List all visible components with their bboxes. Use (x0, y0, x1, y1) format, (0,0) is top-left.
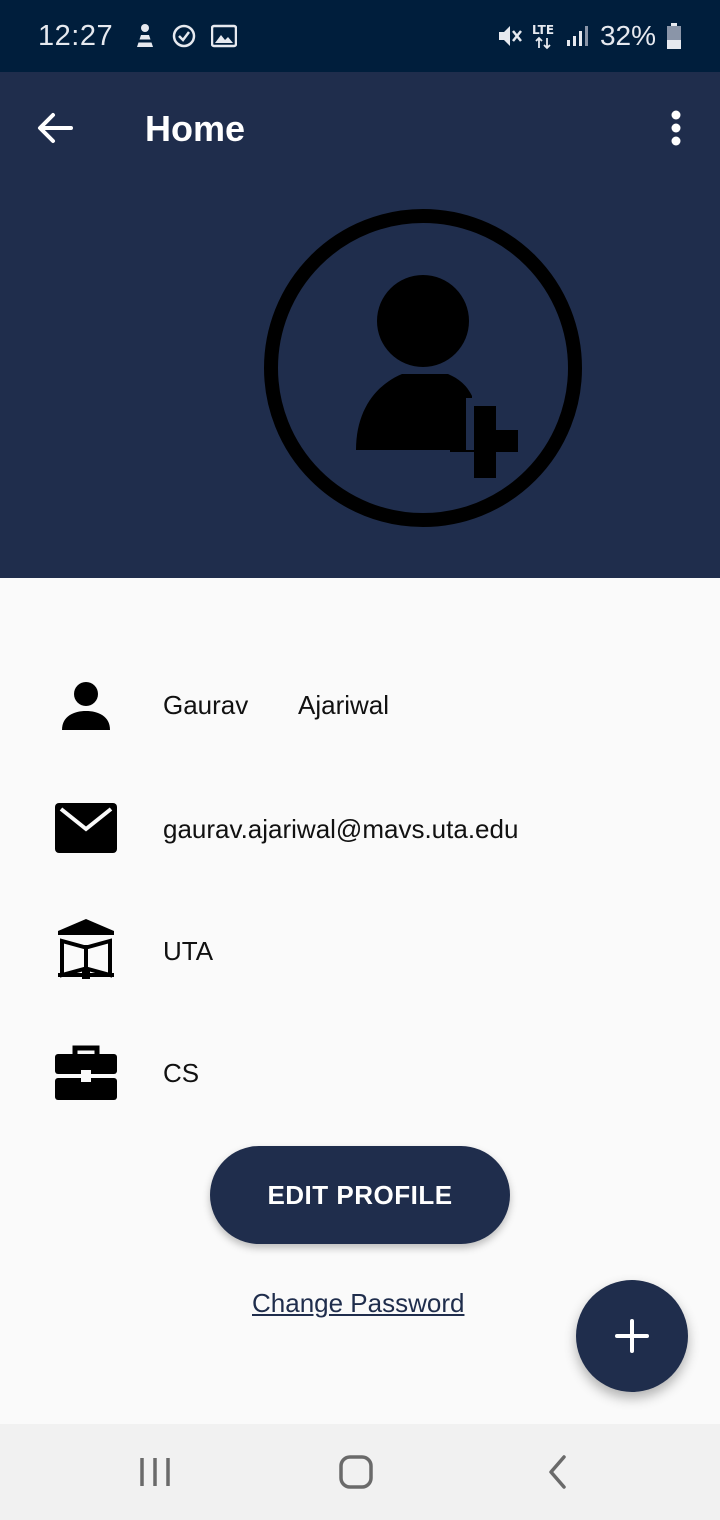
system-nav-bar (0, 1424, 720, 1520)
status-time: 12:27 (38, 19, 114, 52)
screen: 12:27 LTE 32% Home Gaurav Ajariwal gaura… (0, 0, 720, 1520)
person-icon (54, 674, 118, 738)
arrow-left-icon (38, 113, 73, 143)
institution-icon (54, 916, 118, 980)
add-fab-button[interactable] (576, 1280, 688, 1392)
app-bar: Home (0, 72, 720, 188)
overflow-menu-button[interactable] (650, 100, 702, 156)
status-left: 12:27 (38, 19, 238, 53)
email-row: gaurav.ajariwal@mavs.uta.edu (0, 788, 720, 868)
change-password-link[interactable]: Change Password (252, 1288, 464, 1319)
department-row: CS (0, 1032, 720, 1112)
university-row: UTA (0, 910, 720, 990)
clock-icon (171, 23, 197, 49)
first-name: Gaurav (163, 690, 249, 720)
email-text: gaurav.ajariwal@mavs.uta.edu (163, 814, 519, 844)
status-right: LTE 32% (496, 20, 682, 52)
wellness-icon (133, 23, 157, 49)
briefcase-icon (54, 1040, 118, 1104)
university-text: UTA (163, 936, 214, 966)
email-icon (54, 796, 118, 860)
nav-back-button[interactable] (518, 1444, 598, 1500)
battery-icon (666, 22, 682, 50)
home-button[interactable] (316, 1444, 396, 1500)
add-person-icon (264, 209, 582, 527)
recents-button[interactable] (115, 1444, 195, 1500)
svg-text:LTE: LTE (532, 23, 554, 37)
edit-profile-button[interactable]: EDIT PROFILE (210, 1146, 510, 1244)
gallery-icon (211, 24, 238, 48)
signal-icon (566, 24, 590, 48)
page-title: Home (145, 108, 246, 149)
profile-header: Home (0, 72, 720, 578)
avatar[interactable] (262, 208, 584, 530)
lte-icon: LTE (532, 22, 556, 50)
battery-percent: 32% (599, 20, 656, 51)
department-text: CS (163, 1058, 200, 1088)
last-name: Ajariwal (298, 690, 390, 720)
name-row: Gaurav Ajariwal (0, 666, 720, 746)
mute-icon (496, 23, 522, 49)
back-button[interactable] (24, 102, 86, 154)
more-vert-icon (671, 110, 681, 146)
recents-icon (140, 1458, 170, 1486)
back-icon (549, 1455, 566, 1489)
home-icon (339, 1455, 373, 1489)
status-bar: 12:27 LTE 32% (0, 0, 720, 72)
plus-icon (615, 1319, 649, 1353)
